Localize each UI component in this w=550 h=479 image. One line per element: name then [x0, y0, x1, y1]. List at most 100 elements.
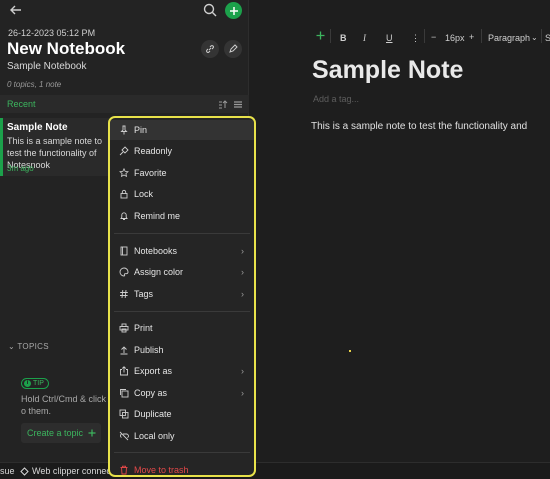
menu-item-publish[interactable]: Publish — [110, 340, 254, 360]
editor-body[interactable]: This is a sample note to test the functi… — [311, 121, 527, 132]
pin-icon — [118, 125, 129, 136]
menu-item-label: Copy as — [134, 388, 168, 398]
font-size-increase-button[interactable]: + — [469, 32, 474, 42]
menu-item-label: Assign color — [134, 267, 184, 277]
underline-button[interactable]: U — [386, 33, 393, 43]
bold-button[interactable]: B — [340, 33, 347, 43]
menu-divider — [114, 311, 250, 312]
menu-divider — [114, 233, 250, 234]
pencil-icon — [229, 44, 238, 53]
menu-item-label: Move to trash — [134, 465, 189, 475]
italic-button[interactable]: I — [363, 33, 366, 43]
panel-topbar — [0, 0, 249, 22]
hash-icon — [118, 289, 129, 300]
create-topic-label: Create a topic — [27, 428, 84, 438]
toolbar-divider — [424, 29, 425, 43]
back-arrow-icon[interactable] — [8, 2, 24, 18]
duplicate-icon — [118, 409, 129, 420]
copy-icon — [118, 388, 129, 399]
chevron-right-icon: › — [241, 246, 244, 256]
font-size-decrease-button[interactable]: − — [431, 32, 436, 42]
menu-item-export-as[interactable]: Export as › — [110, 361, 254, 381]
info-icon: i — [24, 380, 31, 387]
note-item-title: Sample Note — [7, 122, 68, 133]
menu-item-label: Publish — [134, 345, 164, 355]
menu-item-lock[interactable]: Lock — [110, 184, 254, 204]
palette-icon — [118, 267, 129, 278]
star-icon — [118, 168, 129, 179]
note-context-menu: Pin Readonly Favorite Lock Remind me Not… — [108, 116, 256, 477]
menu-item-readonly[interactable]: Readonly — [110, 141, 254, 161]
plus-icon — [229, 6, 238, 15]
topics-header[interactable]: ⌄ TOPICS — [8, 342, 49, 351]
menu-item-label: Duplicate — [134, 409, 172, 419]
menu-item-label: Tags — [134, 289, 154, 299]
menu-item-label: Export as — [134, 366, 173, 376]
menu-item-remind-me[interactable]: Remind me — [110, 206, 254, 226]
sort-icon[interactable] — [218, 99, 228, 109]
chevron-right-icon: › — [241, 366, 244, 376]
paragraph-select[interactable]: Paragraph — [488, 33, 530, 43]
link-button[interactable] — [201, 40, 219, 58]
bell-icon — [118, 211, 129, 222]
recent-label[interactable]: Recent — [7, 99, 36, 109]
menu-item-notebooks[interactable]: Notebooks › — [110, 241, 254, 261]
menu-item-label: Readonly — [134, 146, 173, 156]
search-icon[interactable] — [202, 2, 218, 18]
trash-icon — [118, 465, 129, 476]
recent-section-header: Recent — [0, 95, 249, 113]
menu-item-local-only[interactable]: Local only — [110, 426, 254, 446]
menu-item-print[interactable]: Print — [110, 318, 254, 338]
notebook-description: Sample Notebook — [7, 61, 87, 72]
link-icon — [206, 45, 214, 53]
tip-badge: i TIP — [21, 378, 49, 389]
publish-icon — [118, 345, 129, 356]
chevron-right-icon: › — [241, 388, 244, 398]
toolbar-divider — [330, 29, 331, 43]
menu-item-copy-as[interactable]: Copy as › — [110, 383, 254, 403]
notebook-meta: 0 topics, 1 note — [7, 80, 62, 89]
editor-title[interactable]: Sample Note — [312, 56, 463, 85]
more-formatting-button[interactable]: ⋮ — [411, 33, 420, 44]
status-fragment[interactable]: sue — [0, 466, 15, 476]
chevron-down-icon[interactable]: ⌄ — [531, 33, 538, 42]
menu-item-favorite[interactable]: Favorite — [110, 163, 254, 183]
notebook-date: 26-12-2023 05:12 PM — [8, 28, 96, 38]
edit-notebook-button[interactable] — [224, 40, 242, 58]
menu-item-label: Favorite — [134, 168, 167, 178]
menu-item-move-to-trash[interactable]: Move to trash — [110, 460, 254, 476]
web-clipper-icon — [20, 466, 29, 476]
toolbar-overflow-item[interactable]: S — [545, 33, 550, 43]
menu-item-assign-color[interactable]: Assign color › — [110, 262, 254, 282]
list-menu-icon[interactable] — [233, 99, 243, 109]
menu-item-label: Local only — [134, 431, 175, 441]
notebook-icon — [118, 246, 129, 257]
toolbar-divider — [541, 29, 542, 43]
notebook-title: New Notebook — [7, 39, 126, 58]
menu-item-duplicate[interactable]: Duplicate — [110, 404, 254, 424]
mouse-cursor-indicator — [349, 350, 351, 352]
plus-icon — [88, 429, 96, 437]
menu-divider — [114, 452, 250, 453]
local-only-icon — [118, 431, 129, 442]
add-tag-input[interactable]: Add a tag... — [313, 94, 359, 104]
menu-item-label: Pin — [134, 125, 148, 135]
font-size-value[interactable]: 16px — [445, 33, 465, 43]
add-block-icon[interactable] — [316, 31, 325, 40]
note-item-time: 3m ago — [7, 164, 34, 173]
chevron-down-icon: ⌄ — [8, 342, 18, 351]
web-clipper-status[interactable]: Web clipper connecte — [20, 466, 118, 476]
menu-item-label: Remind me — [134, 211, 181, 221]
menu-item-label: Print — [134, 323, 153, 333]
add-note-button[interactable] — [225, 2, 242, 19]
tip-text: Hold Ctrl/Cmd & click o them. — [21, 394, 107, 416]
status-bar: sue Web clipper connecte — [0, 462, 550, 479]
export-icon — [118, 366, 129, 377]
menu-item-label: Lock — [134, 189, 154, 199]
menu-item-pin[interactable]: Pin — [110, 120, 254, 140]
create-topic-button[interactable]: Create a topic — [21, 423, 101, 443]
tip-badge-label: TIP — [33, 380, 44, 387]
chevron-right-icon: › — [241, 289, 244, 299]
menu-item-tags[interactable]: Tags › — [110, 284, 254, 304]
topics-label: TOPICS — [17, 342, 49, 351]
